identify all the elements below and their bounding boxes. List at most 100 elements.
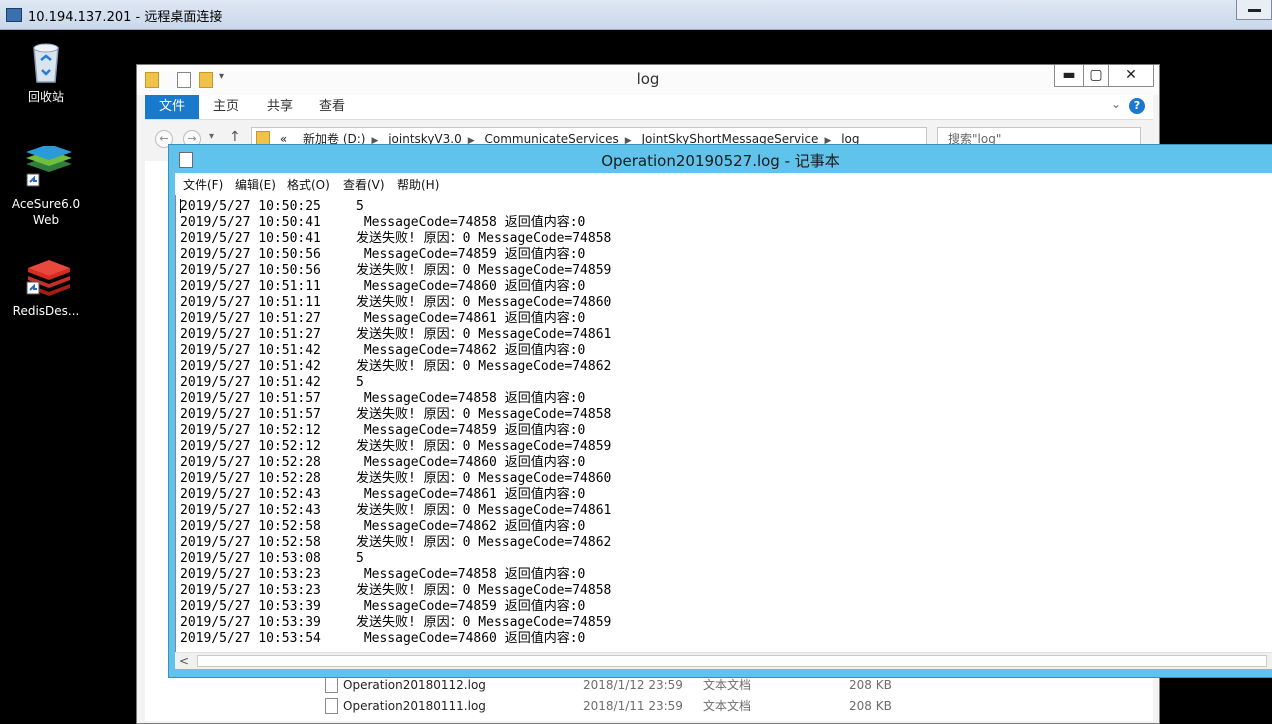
remote-desktop-icon — [6, 8, 22, 22]
recycle-bin-icon — [24, 38, 68, 84]
log-message: MessageCode=74858 返回值内容:0 — [356, 567, 586, 582]
log-message: MessageCode=74860 返回值内容:0 — [356, 455, 586, 470]
file-row[interactable]: Operation20180112.log 2018/1/12 23:59 文本… — [311, 675, 1131, 695]
menu-view[interactable]: 查看(V) — [343, 176, 385, 193]
ribbon-tab-home[interactable]: 主页 — [213, 95, 239, 119]
log-message: MessageCode=74860 返回值内容:0 — [356, 279, 586, 294]
file-type: 文本文档 — [703, 678, 752, 692]
log-timestamp: 2019/5/27 10:51:11 — [180, 279, 321, 294]
menu-file[interactable]: 文件(F) — [183, 176, 223, 193]
log-message: MessageCode=74861 返回值内容:0 — [356, 487, 586, 502]
log-timestamp: 2019/5/27 10:51:27 — [180, 327, 321, 342]
log-timestamp: 2019/5/27 10:52:43 — [180, 503, 321, 518]
scroll-left-icon[interactable]: < — [179, 654, 189, 668]
log-timestamp: 2019/5/27 10:50:25 — [180, 199, 321, 214]
log-message: 发送失败! 原因：0 MessageCode=74858 — [356, 407, 612, 422]
log-message: 发送失败! 原因：0 MessageCode=74861 — [356, 503, 612, 518]
ribbon-tab-share[interactable]: 共享 — [267, 95, 293, 119]
log-timestamp: 2019/5/27 10:50:41 — [180, 215, 321, 230]
log-message: MessageCode=74859 返回值内容:0 — [356, 599, 586, 614]
desktop-icon-label: RedisDes... — [12, 304, 80, 318]
log-message: MessageCode=74862 返回值内容:0 — [356, 343, 586, 358]
desktop-icon-label: AceSure6.0 Web — [11, 197, 81, 227]
explorer-minimize-button[interactable]: ▬ — [1054, 65, 1084, 87]
log-timestamp: 2019/5/27 10:53:23 — [180, 567, 321, 582]
log-message: 发送失败! 原因：0 MessageCode=74861 — [356, 327, 612, 342]
log-message: MessageCode=74858 返回值内容:0 — [356, 215, 586, 230]
log-message: MessageCode=74860 返回值内容:0 — [356, 631, 586, 646]
text-file-icon — [325, 698, 338, 714]
explorer-ribbon: 文件 主页 共享 查看 ⌄ ? — [145, 95, 1153, 120]
log-message: 5 — [356, 551, 364, 566]
log-timestamp: 2019/5/27 10:52:58 — [180, 519, 321, 534]
notepad-menu-bar: 文件(F) 编辑(E) 格式(O) 查看(V) 帮助(H) — [175, 173, 1272, 196]
notepad-window-title: Operation20190527.log - 记事本 — [601, 152, 840, 170]
rdp-title-bar: 10.194.137.201 - 远程桌面连接 — [0, 0, 1272, 30]
file-date: 2018/1/11 23:59 — [583, 699, 683, 713]
scrollbar-thumb[interactable] — [197, 655, 1267, 667]
file-name: Operation20180111.log — [343, 699, 486, 713]
menu-format[interactable]: 格式(O) — [287, 176, 330, 193]
rdp-window-title: 10.194.137.201 - 远程桌面连接 — [28, 10, 223, 25]
explorer-window-title: log — [636, 70, 660, 88]
log-message: MessageCode=74858 返回值内容:0 — [356, 391, 586, 406]
log-message: MessageCode=74859 返回值内容:0 — [356, 247, 586, 262]
log-message: 发送失败! 原因：0 MessageCode=74860 — [356, 295, 612, 310]
log-message: 发送失败! 原因：0 MessageCode=74859 — [356, 615, 612, 630]
desktop-icon-acesure[interactable]: AceSure6.0 Web — [8, 144, 84, 228]
menu-help[interactable]: 帮助(H) — [397, 176, 439, 193]
log-timestamp: 2019/5/27 10:53:08 — [180, 551, 321, 566]
log-timestamp: 2019/5/27 10:50:56 — [180, 247, 321, 262]
log-timestamp: 2019/5/27 10:50:41 — [180, 231, 321, 246]
log-timestamp: 2019/5/27 10:51:27 — [180, 311, 321, 326]
log-timestamp: 2019/5/27 10:51:57 — [180, 407, 321, 422]
log-timestamp: 2019/5/27 10:52:12 — [180, 423, 321, 438]
log-timestamp: 2019/5/27 10:53:39 — [180, 599, 321, 614]
log-timestamp: 2019/5/27 10:51:42 — [180, 359, 321, 374]
notepad-text-area[interactable]: 2019/5/27 10:50:25 5 2019/5/27 10:50:41 Me… — [175, 195, 1272, 652]
file-type: 文本文档 — [703, 699, 752, 713]
log-message: 发送失败! 原因：0 MessageCode=74862 — [356, 359, 612, 374]
log-timestamp: 2019/5/27 10:53:23 — [180, 583, 321, 598]
file-size: 208 KB — [849, 678, 892, 692]
menu-edit[interactable]: 编辑(E) — [235, 176, 276, 193]
log-timestamp: 2019/5/27 10:50:56 — [180, 263, 321, 278]
rdp-minimize-button[interactable] — [1236, 0, 1272, 20]
log-timestamp: 2019/5/27 10:51:42 — [180, 343, 321, 358]
desktop-icon-redis[interactable]: RedisDes... — [8, 254, 84, 318]
file-name: Operation20180112.log — [343, 678, 486, 692]
log-timestamp: 2019/5/27 10:52:28 — [180, 471, 321, 486]
log-timestamp: 2019/5/27 10:52:28 — [180, 455, 321, 470]
log-timestamp: 2019/5/27 10:52:12 — [180, 439, 321, 454]
log-timestamp: 2019/5/27 10:51:11 — [180, 295, 321, 310]
log-message: 发送失败! 原因：0 MessageCode=74859 — [356, 439, 612, 454]
redis-app-icon — [24, 254, 70, 300]
help-icon[interactable]: ? — [1129, 98, 1145, 114]
log-message: 5 — [356, 199, 364, 214]
horizontal-scrollbar[interactable]: < — [175, 652, 1272, 669]
log-message: 发送失败! 原因：0 MessageCode=74860 — [356, 471, 612, 486]
log-message: 发送失败! 原因：0 MessageCode=74858 — [356, 583, 612, 598]
up-arrow-icon[interactable]: ↑ — [229, 129, 241, 145]
explorer-maximize-button[interactable]: ▢ — [1083, 65, 1109, 87]
notepad-window: Operation20190527.log - 记事本 文件(F) 编辑(E) … — [168, 144, 1272, 678]
chevron-down-icon[interactable]: ⌄ — [1111, 97, 1121, 111]
desktop-icon-label: 回收站 — [27, 90, 64, 104]
explorer-close-button[interactable]: ✕ — [1108, 65, 1154, 87]
log-message: 发送失败! 原因：0 MessageCode=74859 — [356, 263, 612, 278]
file-row[interactable]: Operation20180111.log 2018/1/11 23:59 文本… — [311, 696, 1131, 716]
log-message: MessageCode=74862 返回值内容:0 — [356, 519, 586, 534]
desktop-icon-recycle-bin[interactable]: 回收站 — [8, 38, 84, 105]
ribbon-tab-view[interactable]: 查看 — [319, 95, 345, 119]
ribbon-tab-file[interactable]: 文件 — [145, 95, 200, 119]
log-timestamp: 2019/5/27 10:52:43 — [180, 487, 321, 502]
log-timestamp: 2019/5/27 10:51:42 — [180, 375, 321, 390]
log-timestamp: 2019/5/27 10:52:58 — [180, 535, 321, 550]
recent-dropdown-icon[interactable]: ▾ — [209, 131, 214, 142]
log-message: 发送失败! 原因：0 MessageCode=74858 — [356, 231, 612, 246]
file-date: 2018/1/12 23:59 — [583, 678, 683, 692]
log-timestamp: 2019/5/27 10:53:39 — [180, 615, 321, 630]
file-size: 208 KB — [849, 699, 892, 713]
explorer-title-bar: ▾ log ▬ ▢ ✕ — [137, 65, 1159, 95]
minimize-icon — [1248, 9, 1261, 12]
